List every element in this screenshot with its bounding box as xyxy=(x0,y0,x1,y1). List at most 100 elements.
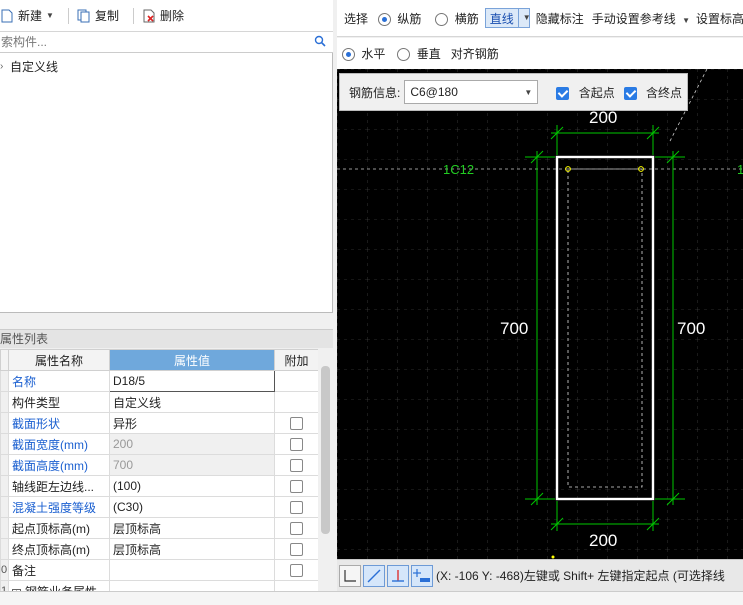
perpendicular-icon[interactable] xyxy=(387,564,409,587)
table-row[interactable]: 终点顶标高(m) 层顶标高 xyxy=(0,538,318,560)
attach-cell[interactable] xyxy=(274,412,318,434)
attach-cell[interactable] xyxy=(274,454,318,476)
attach-checkbox[interactable] xyxy=(290,501,303,515)
attach-checkbox[interactable] xyxy=(290,417,303,431)
table-row[interactable]: 截面宽度(mm) 200 xyxy=(0,433,318,455)
property-name-cell: 轴线距左边线... xyxy=(8,475,110,497)
property-value-cell[interactable]: 层顶标高 xyxy=(109,517,275,539)
attach-cell[interactable] xyxy=(274,496,318,518)
properties-header-row: 属性名称 属性值 附加 xyxy=(0,349,318,371)
copy-button[interactable]: 复制 xyxy=(77,4,125,28)
property-name-cell: 截面高度(mm) xyxy=(8,454,110,476)
vertical-radio[interactable]: 垂直 xyxy=(397,45,441,62)
rebar-info-dropdown[interactable]: C6@180 ▼ xyxy=(404,80,539,104)
search-input[interactable] xyxy=(0,33,300,51)
transverse-radio[interactable]: 横筋 xyxy=(435,10,479,27)
property-value-cell[interactable]: 异形 xyxy=(109,412,275,434)
component-tree: › 自定义线 xyxy=(0,53,333,313)
new-button[interactable]: 新建 ▼ xyxy=(0,4,60,28)
include-start-label: 含起点 xyxy=(578,85,615,100)
property-value-cell[interactable]: 自定义线 xyxy=(109,391,275,413)
attach-checkbox[interactable] xyxy=(290,480,303,494)
table-row[interactable]: 起点顶标高(m) 层顶标高 xyxy=(0,517,318,539)
select-button[interactable]: 选择 xyxy=(344,10,368,27)
checkbox-checked-icon xyxy=(556,86,570,100)
table-row[interactable]: 0 备注 xyxy=(0,559,318,581)
table-row[interactable]: 构件类型 自定义线 xyxy=(0,391,318,413)
tree-item-label: 自定义线 xyxy=(10,59,59,74)
hide-label-button[interactable]: 隐藏标注 xyxy=(536,10,584,27)
row-number xyxy=(0,538,9,560)
rebar-label: 1 xyxy=(737,162,743,177)
search-icon[interactable] xyxy=(314,35,326,50)
dimension-label-left: 700 xyxy=(500,319,528,338)
column-header: 附加 xyxy=(274,349,318,371)
attach-cell[interactable] xyxy=(274,475,318,497)
bottom-strip xyxy=(0,591,743,605)
include-start-checkbox[interactable]: 含起点 xyxy=(556,84,615,101)
column-header: 属性值 xyxy=(109,349,275,371)
include-end-checkbox[interactable]: 含终点 xyxy=(623,84,682,101)
property-value-cell[interactable]: (C30) xyxy=(109,496,275,518)
property-value-cell[interactable]: (100) xyxy=(109,475,275,497)
delete-button[interactable]: 删除 xyxy=(142,4,190,28)
chevron-down-icon[interactable]: ▼ xyxy=(517,9,531,27)
copy-icon xyxy=(77,9,91,23)
manual-ref-line-button[interactable]: 手动设置参考线 ▼ xyxy=(592,10,690,27)
table-row[interactable]: 混凝土强度等级 (C30) xyxy=(0,496,318,518)
radio-icon xyxy=(435,12,449,26)
polar-icon[interactable] xyxy=(363,564,385,587)
property-name-cell: 终点顶标高(m) xyxy=(8,538,110,560)
property-name-cell: 名称 xyxy=(8,370,110,392)
drawing-canvas[interactable]: 1C12 1 200 200 700 700 xyxy=(337,69,743,559)
attach-checkbox[interactable] xyxy=(290,522,303,536)
ortho-icon[interactable] xyxy=(339,564,361,587)
draw-toolbar: 选择 纵筋 横筋 直线 ▼ 隐藏标注 手动设置参考线 ▼ 设置标高 xyxy=(337,0,743,37)
row-number xyxy=(0,496,9,518)
status-bar: (X: -106 Y: -468)左键或 Shift+ 左键指定起点 (可选择线 xyxy=(337,559,743,591)
tree-item[interactable]: › 自定义线 xyxy=(0,57,58,75)
property-value-cell[interactable] xyxy=(109,559,275,581)
dynamic-input-icon[interactable] xyxy=(411,564,433,587)
status-text: (X: -106 Y: -468)左键或 Shift+ 左键指定起点 (可选择线 xyxy=(436,569,725,583)
chevron-down-icon: ▼ xyxy=(682,15,691,25)
table-row[interactable]: 轴线距左边线... (100) xyxy=(0,475,318,497)
table-row[interactable]: 名称 D18/5 xyxy=(0,370,318,392)
property-name-cell: 截面宽度(mm) xyxy=(8,433,110,455)
horizontal-label: 水平 xyxy=(361,47,386,61)
property-value-cell[interactable]: 层顶标高 xyxy=(109,538,275,560)
align-rebar-button[interactable]: 对齐钢筋 xyxy=(451,45,499,62)
property-value-cell[interactable]: 200 xyxy=(109,433,275,455)
table-row[interactable]: 截面高度(mm) 700 xyxy=(0,454,318,476)
copy-button-label: 复制 xyxy=(94,9,119,23)
horizontal-radio[interactable]: 水平 xyxy=(342,45,385,62)
new-button-label: 新建 xyxy=(18,9,43,23)
attach-cell[interactable] xyxy=(274,559,318,581)
property-value-cell[interactable]: 700 xyxy=(109,454,275,476)
row-number xyxy=(0,370,9,392)
attach-checkbox[interactable] xyxy=(290,438,303,452)
chevron-right-icon[interactable]: › xyxy=(0,61,8,72)
properties-table: 属性名称 属性值 附加 名称 D18/5 构件类型 自定义线 截面形状 异形 截面宽度(mm… xyxy=(0,349,318,605)
attach-cell[interactable] xyxy=(274,538,318,560)
search-bar xyxy=(0,32,333,53)
grid xyxy=(337,69,743,559)
row-number xyxy=(0,433,9,455)
rebar-info-bar: 钢筋信息: C6@180 ▼ 含起点 含终点 xyxy=(339,73,688,111)
attach-cell[interactable] xyxy=(274,517,318,539)
longitudinal-radio[interactable]: 纵筋 xyxy=(378,10,421,27)
delete-button-label: 删除 xyxy=(159,9,184,23)
scrollbar-thumb[interactable] xyxy=(321,366,330,534)
attach-checkbox[interactable] xyxy=(290,564,303,578)
attach-cell xyxy=(274,391,318,413)
table-row[interactable]: 截面形状 异形 xyxy=(0,412,318,434)
property-value-cell[interactable]: D18/5 xyxy=(109,370,275,392)
line-mode-dropdown[interactable]: 直线 ▼ xyxy=(484,8,531,28)
attach-cell[interactable] xyxy=(274,433,318,455)
delete-icon xyxy=(142,9,156,23)
row-number xyxy=(0,517,9,539)
checkbox-checked-icon xyxy=(623,86,637,100)
attach-checkbox[interactable] xyxy=(290,543,303,557)
attach-checkbox[interactable] xyxy=(290,459,303,473)
set-mark-button[interactable]: 设置标高 xyxy=(696,10,743,27)
